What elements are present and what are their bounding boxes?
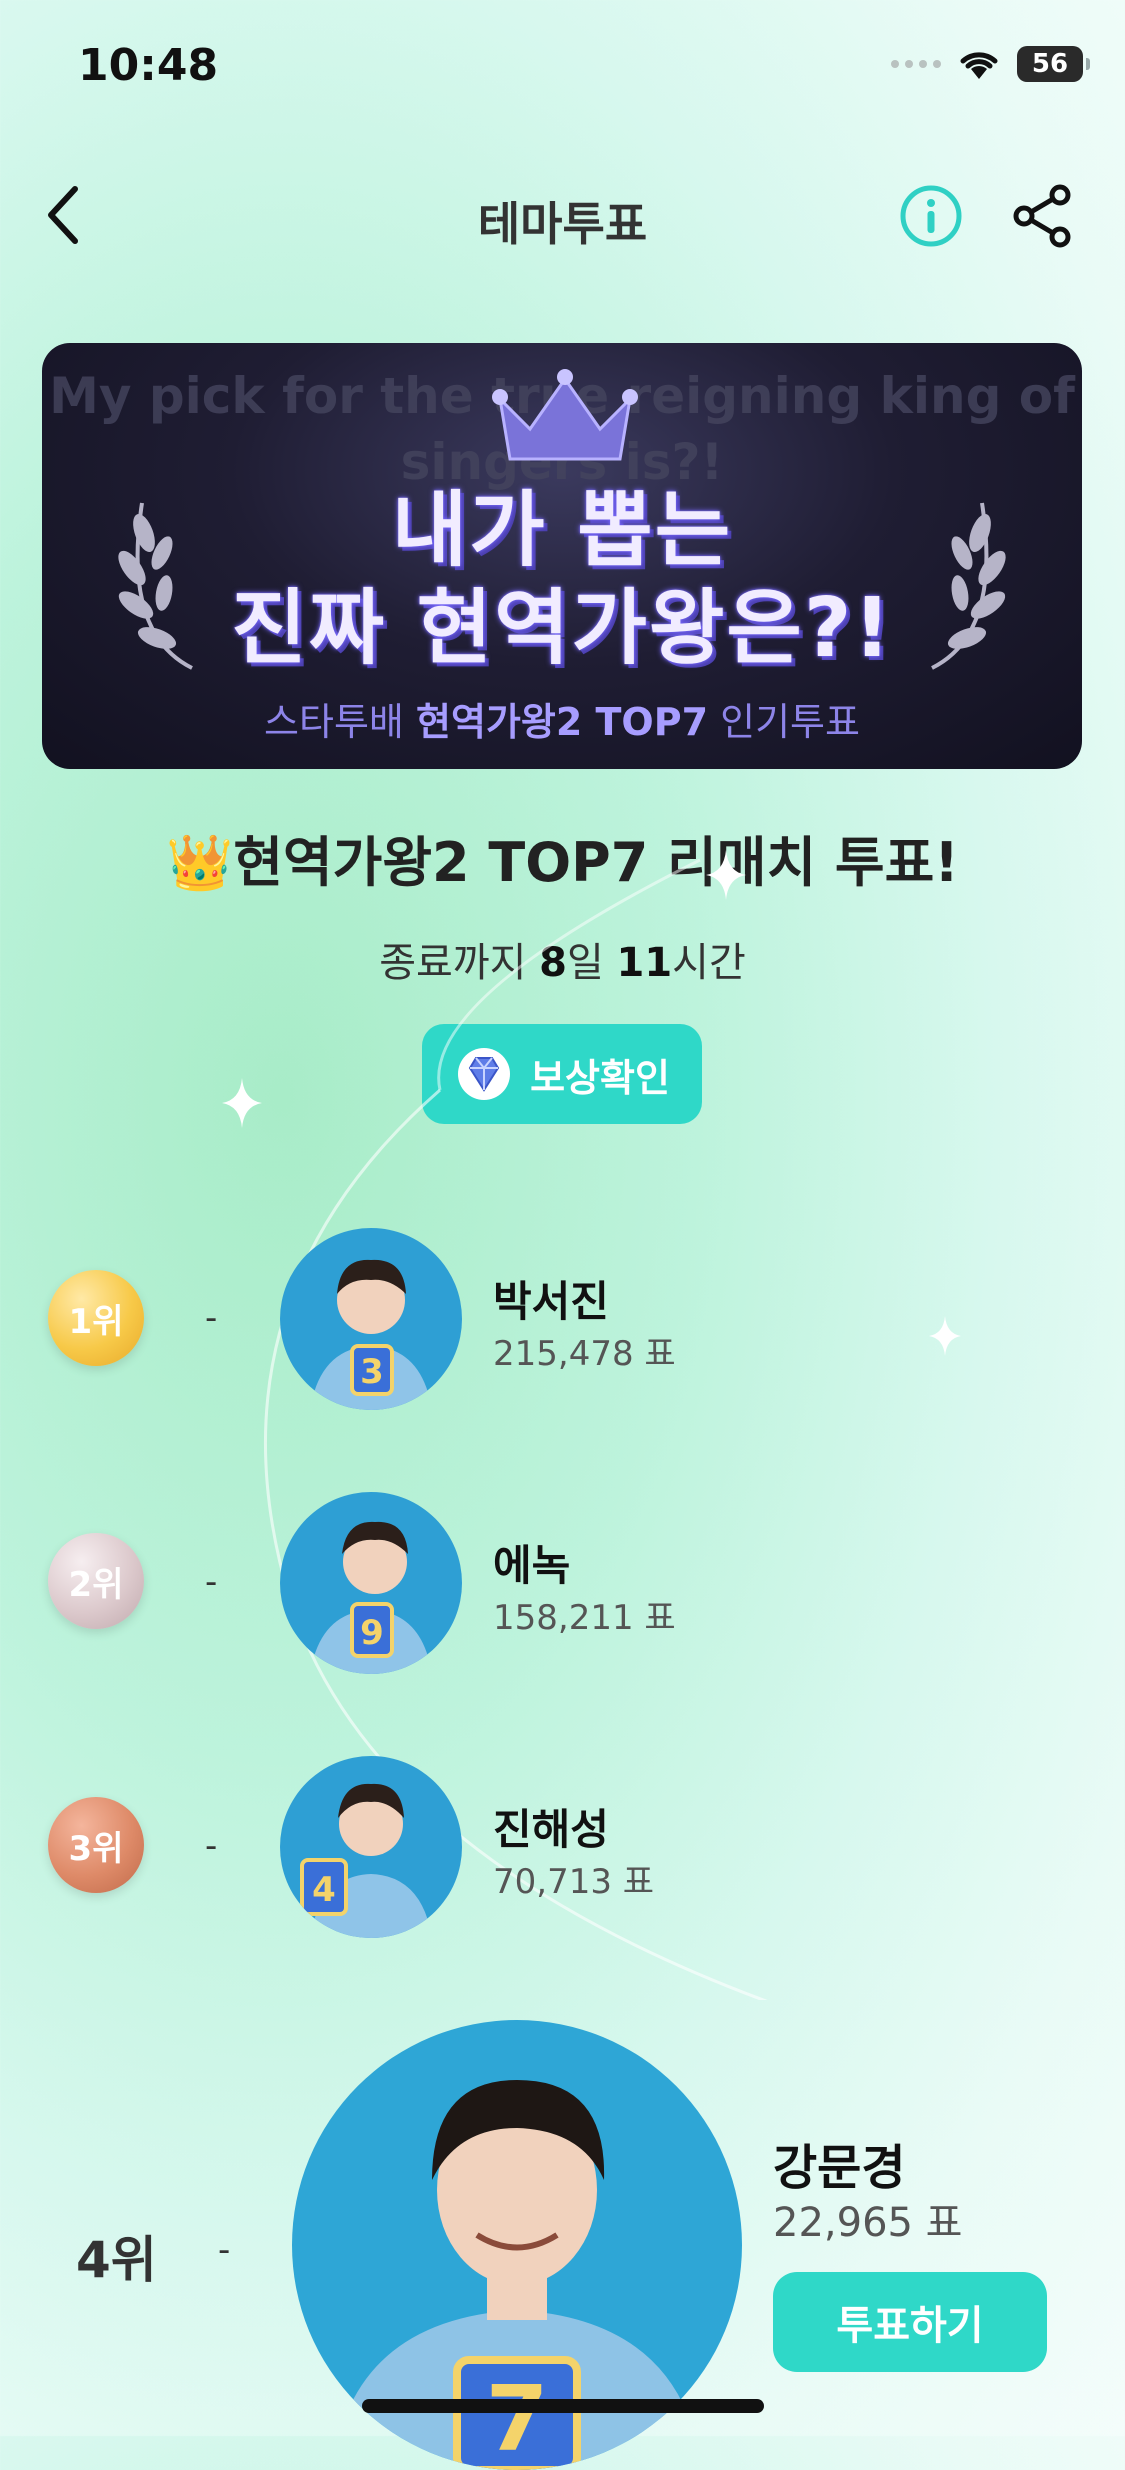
candidate-votes: 158,211 표	[493, 1598, 676, 1638]
home-indicator	[362, 2399, 764, 2413]
candidate-name: 강문경	[773, 2140, 906, 2196]
rank-change: -	[218, 2230, 231, 2270]
crown-icon	[492, 369, 638, 461]
signal-icon	[891, 60, 941, 68]
candidate-name: 진해성	[493, 1805, 609, 1854]
candidate-name: 박서진	[493, 1277, 609, 1326]
status-time: 10:48	[78, 40, 219, 91]
status-icons: 56	[891, 46, 1090, 82]
rank-label: 3위	[68, 1828, 124, 1869]
banner-headline-2: 진짜 현역가왕은?!	[231, 581, 893, 676]
person-photo-icon: 9	[280, 1492, 462, 1674]
svg-text:9: 9	[360, 1613, 384, 1653]
rank-badge: 3위	[48, 1797, 144, 1893]
sparkle-icon	[929, 1316, 961, 1356]
avatar[interactable]: 3	[280, 1228, 462, 1410]
sparkle-icon	[222, 1078, 262, 1128]
rank-change: -	[205, 1562, 218, 1602]
rank-label: 4위	[76, 2231, 157, 2289]
sparkle-icon	[706, 850, 746, 900]
rank-change: -	[205, 1298, 218, 1338]
candidate-name: 에녹	[493, 1541, 571, 1590]
avatar[interactable]: 4	[280, 1756, 462, 1938]
rank-badge: 1위	[48, 1270, 144, 1366]
vote-button[interactable]: 투표하기	[773, 2272, 1047, 2372]
person-photo-icon: 4	[280, 1756, 462, 1938]
share-button[interactable]	[1010, 183, 1076, 249]
avatar[interactable]: 9	[280, 1492, 462, 1674]
rank-badge: 2위	[48, 1533, 144, 1629]
rank-label: 2위	[68, 1564, 124, 1605]
candidate-votes: 215,478 표	[493, 1334, 676, 1374]
svg-text:3: 3	[360, 1352, 384, 1392]
info-icon	[900, 185, 962, 247]
svg-text:7: 7	[486, 2367, 549, 2470]
share-icon	[1013, 184, 1071, 248]
svg-text:4: 4	[312, 1870, 336, 1910]
candidate-votes: 22,965 표	[773, 2200, 963, 2246]
wifi-icon	[960, 52, 998, 79]
rank-label: 1위	[68, 1301, 124, 1342]
rank-change: -	[205, 1826, 218, 1866]
candidate-votes: 70,713 표	[493, 1862, 655, 1902]
person-photo-icon: 3	[280, 1228, 462, 1410]
battery-icon: 56	[1017, 46, 1090, 82]
info-button[interactable]	[898, 183, 964, 249]
